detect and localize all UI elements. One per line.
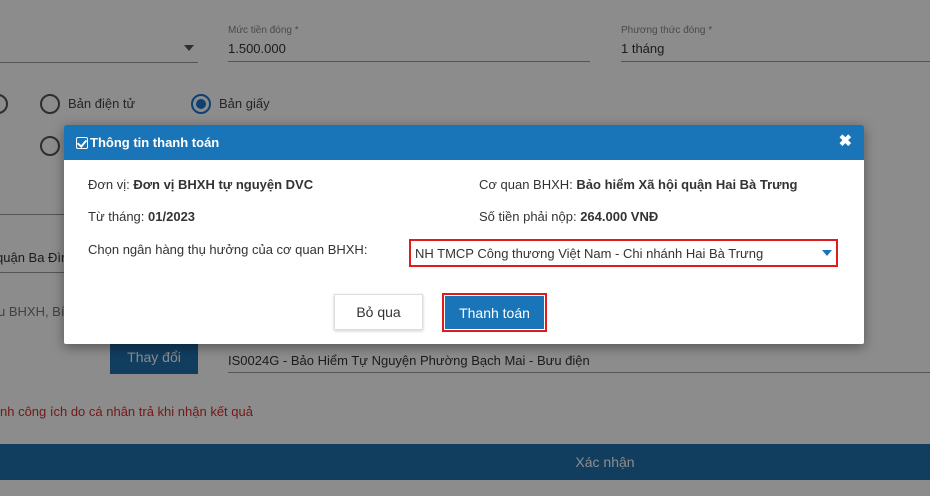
pay-button-highlight: Thanh toán [442,293,547,332]
unit-info: Đơn vị: Đơn vị BHXH tự nguyện DVC [88,177,313,192]
bank-label: Chọn ngân hàng thụ hưởng của cơ quan BHX… [88,242,368,257]
amount-due-info: Số tiền phải nộp: 264.000 VNĐ [479,209,658,224]
close-icon[interactable]: ✖ [839,134,852,150]
checkbox-icon [76,136,88,149]
bank-selected-value: NH TMCP Công thương Việt Nam - Chi nhánh… [415,245,764,261]
from-month-value: 01/2023 [148,209,196,224]
unit-label: Đơn vị: [88,177,130,192]
from-month-info: Từ tháng: 01/2023 [88,209,195,224]
chevron-down-icon[interactable] [822,250,832,256]
unit-value: Đơn vị BHXH tự nguyện DVC [133,177,314,192]
amount-due-value: 264.000 VNĐ [580,209,659,224]
pay-button[interactable]: Thanh toán [445,296,544,329]
modal-header: Thông tin thanh toán ✖ [64,125,864,160]
modal-title: Thông tin thanh toán [90,135,220,150]
agency-label: Cơ quan BHXH: [479,177,573,192]
agency-info: Cơ quan BHXH: Bảo hiểm Xã hội quận Hai B… [479,177,797,192]
from-month-label: Từ tháng: [88,209,145,224]
payment-info-modal: Thông tin thanh toán ✖ Đơn vị: Đơn vị BH… [64,125,864,344]
bank-select[interactable]: NH TMCP Công thương Việt Nam - Chi nhánh… [409,239,838,267]
agency-value: Bảo hiểm Xã hội quận Hai Bà Trưng [576,177,798,192]
amount-due-label: Số tiền phải nộp: [479,209,577,224]
skip-button[interactable]: Bỏ qua [334,294,423,330]
